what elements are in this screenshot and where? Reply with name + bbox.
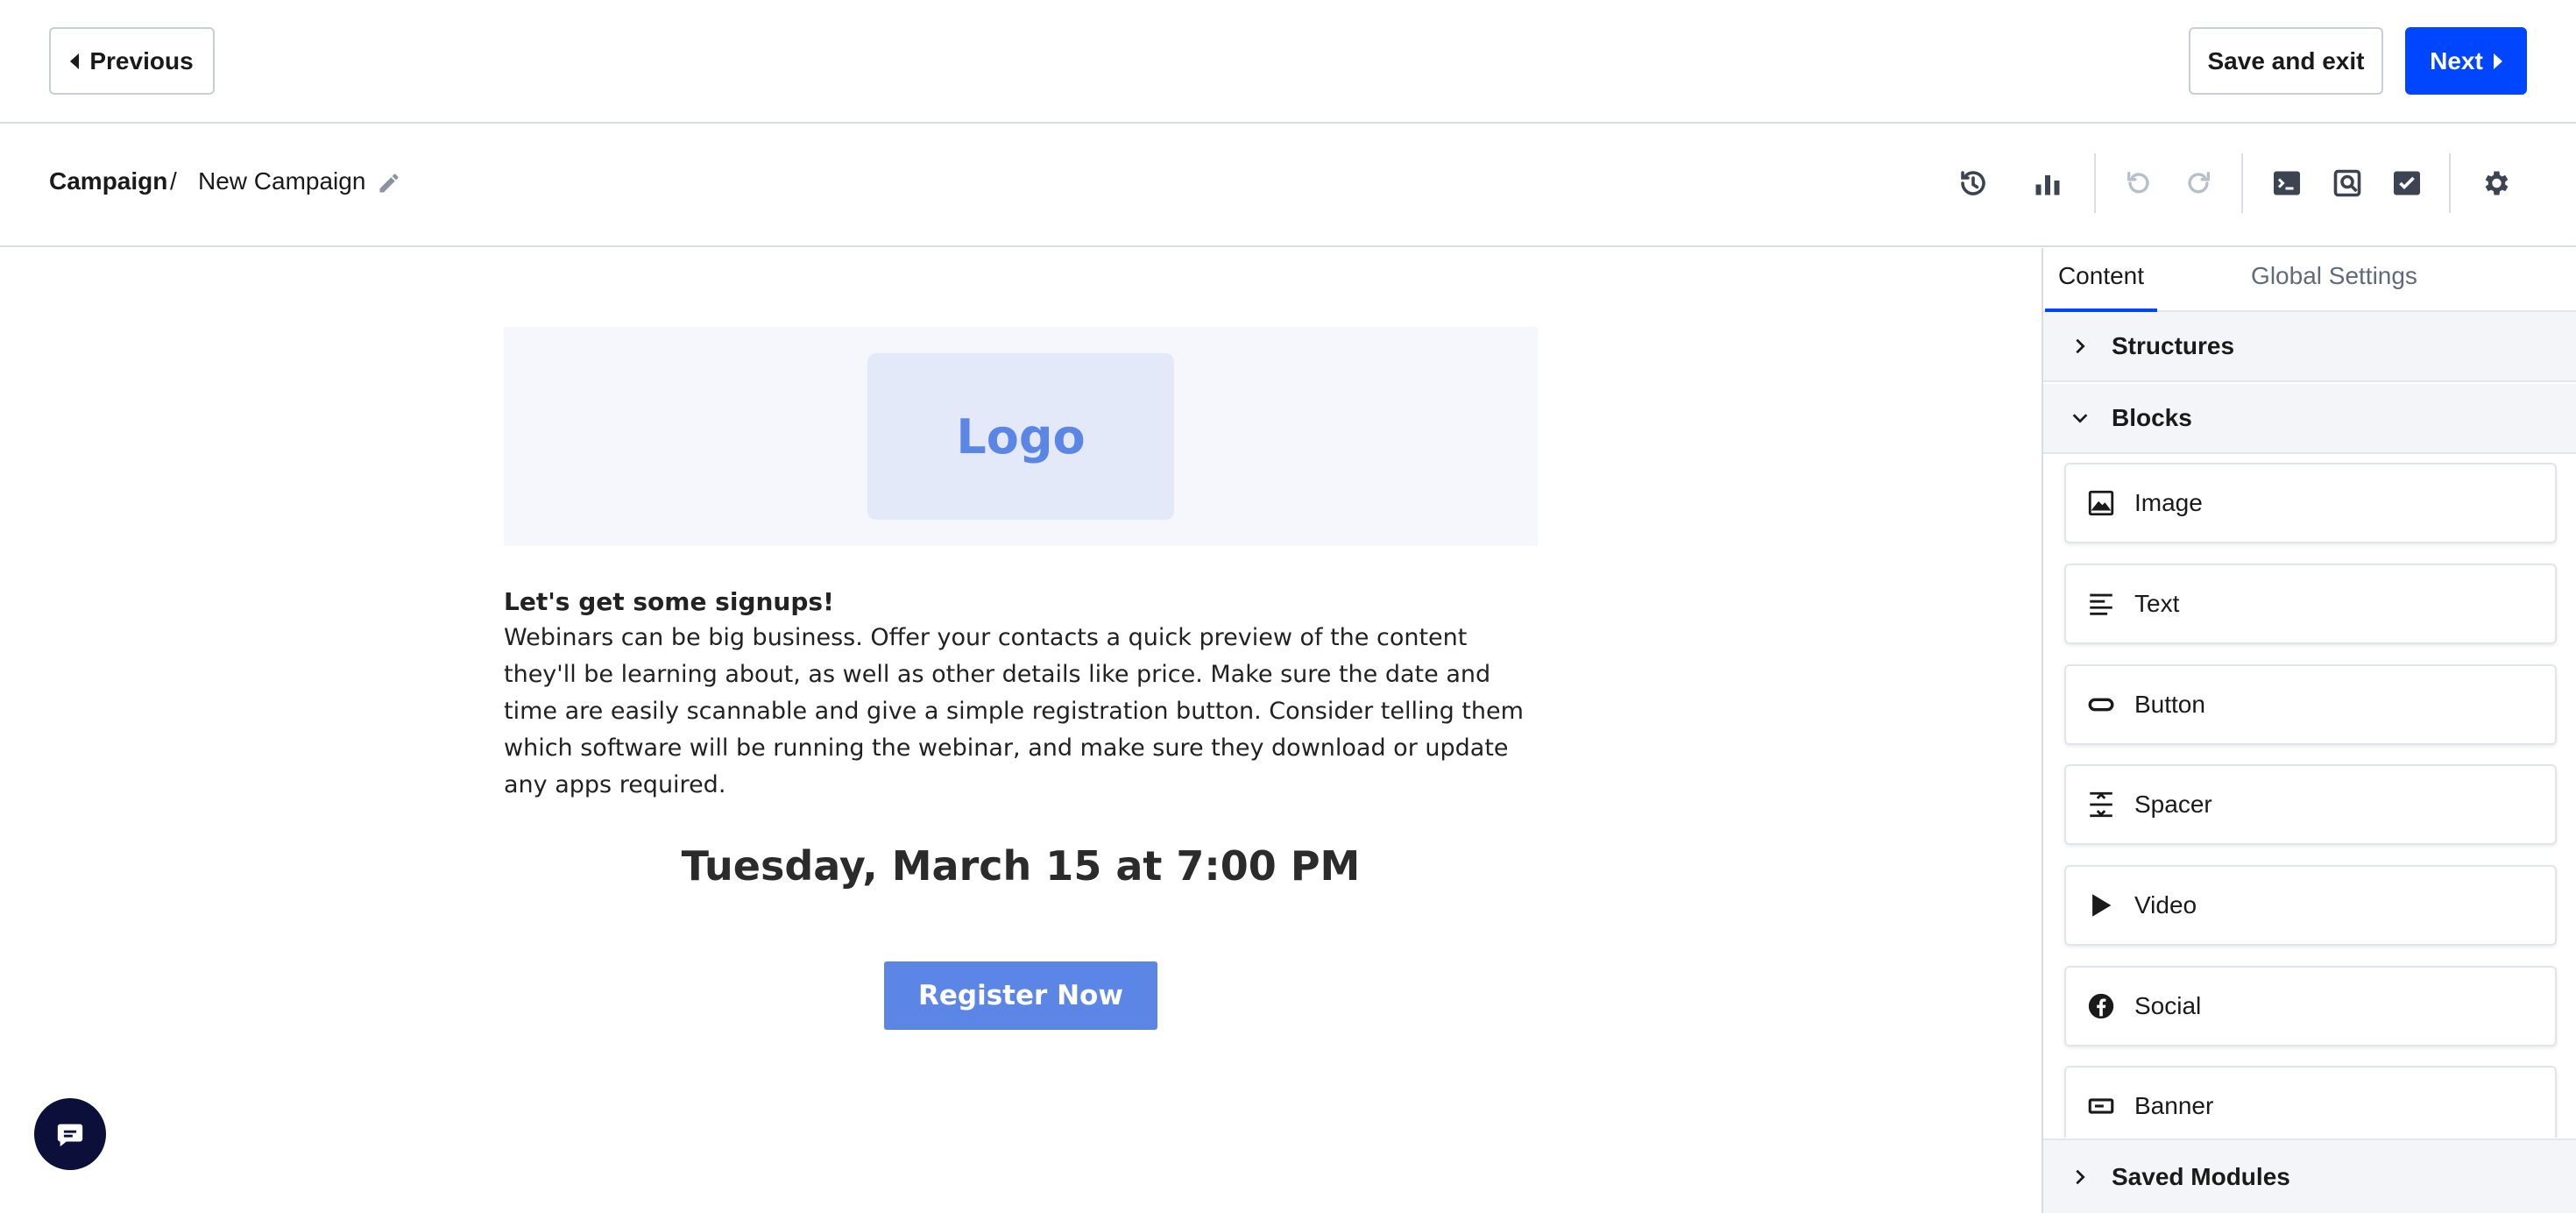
saved-modules-section-header[interactable]: Saved Modules: [2043, 1139, 2576, 1213]
toolbar-divider: [2094, 153, 2096, 213]
toolbar-divider: [2241, 153, 2243, 213]
block-spacer[interactable]: Spacer: [2064, 764, 2557, 845]
block-text[interactable]: Text: [2064, 564, 2557, 644]
block-social-label: Social: [2134, 992, 2202, 1019]
button-pill-icon: [2085, 689, 2117, 720]
blocks-list: Image Text Button Spacer Video Social Ba…: [2043, 454, 2576, 1138]
save-and-exit-label: Save and exit: [2207, 46, 2365, 74]
chevron-down-icon: [2061, 399, 2099, 437]
logo-placeholder[interactable]: Logo: [867, 353, 1174, 520]
image-icon: [2085, 487, 2117, 519]
email-canvas: Logo Let's get some signups! Webinars ca…: [0, 248, 2042, 1213]
tab-content[interactable]: Content: [2045, 262, 2157, 312]
block-banner-label: Banner: [2134, 1092, 2214, 1119]
chevron-right-icon: [2061, 1158, 2099, 1196]
campaign-name: New Campaign: [198, 167, 366, 195]
facebook-icon: [2085, 990, 2117, 1022]
previous-button-label: Previous: [89, 46, 194, 74]
chat-launcher-button[interactable]: [34, 1098, 106, 1170]
play-icon: [2085, 890, 2117, 921]
block-video[interactable]: Video: [2064, 865, 2557, 946]
email-preview: Logo Let's get some signups! Webinars ca…: [504, 327, 1538, 1030]
gear-icon[interactable]: [2478, 166, 2513, 201]
block-social[interactable]: Social: [2064, 966, 2557, 1046]
email-body-text[interactable]: Webinars can be big business. Offer your…: [504, 620, 1538, 804]
edit-pencil-icon[interactable]: [377, 171, 401, 195]
chat-icon: [57, 1124, 83, 1147]
structures-label: Structures: [2112, 332, 2235, 359]
checklist-icon[interactable]: [2389, 166, 2424, 201]
block-button-label: Button: [2134, 691, 2205, 718]
caret-left-icon: [70, 53, 80, 69]
previous-button[interactable]: Previous: [49, 27, 215, 95]
email-heading[interactable]: Let's get some signups!: [504, 585, 1538, 620]
breadcrumb-separator: /: [170, 167, 177, 195]
breadcrumb-bar: Campaign / New Campaign: [0, 124, 2576, 247]
block-image[interactable]: Image: [2064, 463, 2557, 543]
banner-icon: [2085, 1090, 2117, 1122]
blocks-section-header[interactable]: Blocks: [2043, 384, 2576, 454]
spacer-icon: [2085, 789, 2117, 820]
next-button-label: Next: [2430, 46, 2483, 74]
history-icon[interactable]: [1956, 166, 1991, 201]
next-button[interactable]: Next: [2405, 27, 2527, 95]
content-panel: Content Global Settings Structures Block…: [2042, 248, 2576, 1213]
preview-icon[interactable]: [2330, 166, 2365, 201]
blocks-label: Blocks: [2112, 404, 2192, 431]
panel-tabs: Content Global Settings: [2043, 248, 2576, 312]
block-image-label: Image: [2134, 489, 2203, 516]
chevron-right-icon: [2061, 327, 2099, 365]
block-banner[interactable]: Banner: [2064, 1066, 2557, 1138]
block-text-label: Text: [2134, 590, 2180, 617]
register-now-button[interactable]: Register Now: [884, 961, 1157, 1030]
bar-chart-icon[interactable]: [2030, 166, 2065, 201]
top-bar: Previous Save and exit Next: [0, 0, 2576, 124]
structures-section-header[interactable]: Structures: [2043, 312, 2576, 382]
saved-modules-label: Saved Modules: [2112, 1162, 2290, 1190]
tab-global-settings[interactable]: Global Settings: [2238, 262, 2431, 312]
undo-icon[interactable]: [2121, 166, 2156, 201]
event-date[interactable]: Tuesday, March 15 at 7:00 PM: [504, 842, 1538, 890]
code-icon[interactable]: [2269, 166, 2304, 201]
block-spacer-label: Spacer: [2134, 791, 2212, 818]
caret-right-icon: [2493, 53, 2502, 69]
toolbar-divider: [2449, 153, 2451, 213]
redo-icon[interactable]: [2181, 166, 2216, 201]
block-button[interactable]: Button: [2064, 664, 2557, 745]
block-video-label: Video: [2134, 891, 2197, 919]
logo-section[interactable]: Logo: [504, 327, 1538, 546]
text-lines-icon: [2085, 588, 2117, 620]
save-and-exit-button[interactable]: Save and exit: [2189, 27, 2383, 95]
breadcrumb-root[interactable]: Campaign: [49, 167, 167, 195]
